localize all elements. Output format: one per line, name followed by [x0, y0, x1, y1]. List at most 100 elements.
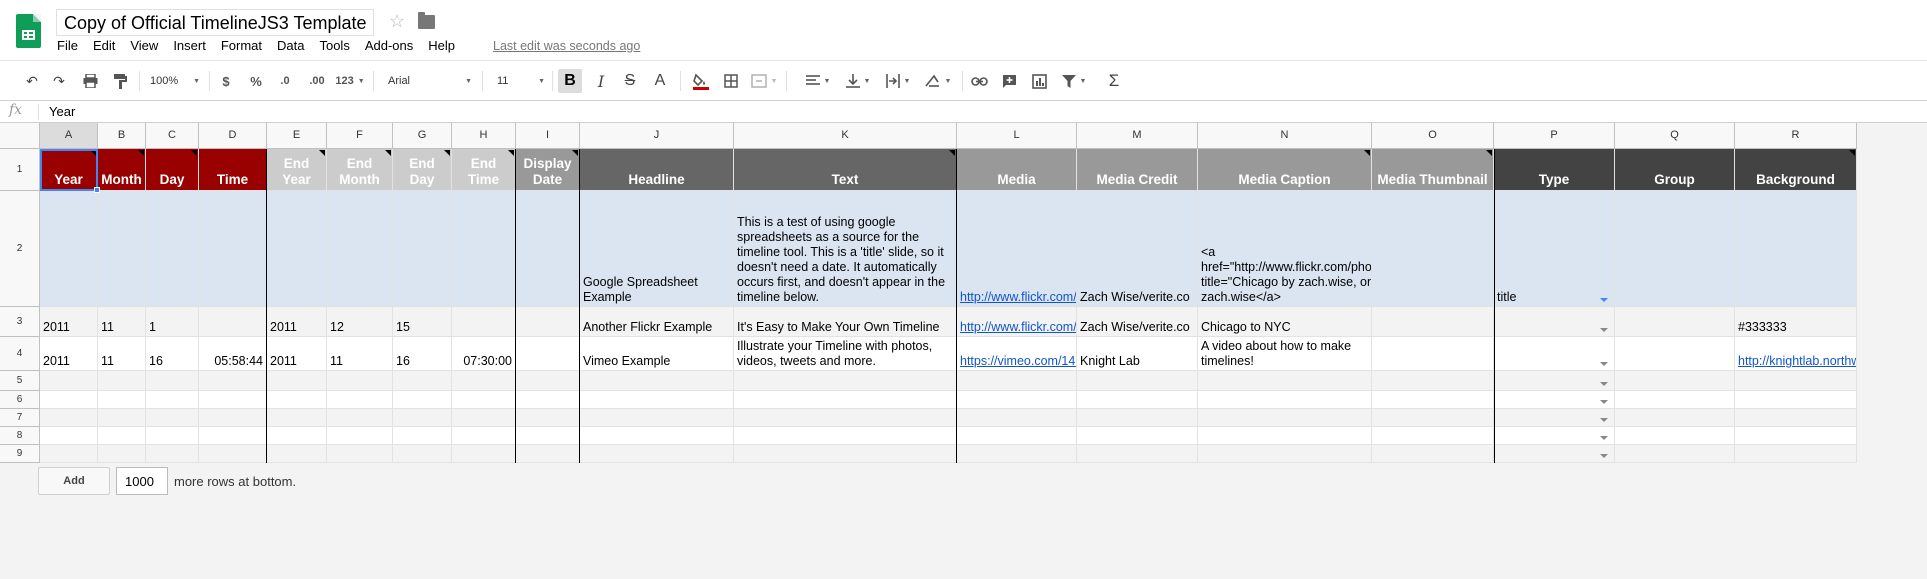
cell-l4[interactable]: https://vimeo.com/14370107 [957, 337, 1077, 371]
type-dropdown-arrow-icon[interactable] [1600, 298, 1608, 302]
cell-q6[interactable] [1615, 391, 1735, 409]
cell-a6[interactable] [40, 391, 98, 409]
cell-l8[interactable] [957, 427, 1077, 445]
column-header-p[interactable]: P [1494, 123, 1615, 149]
row-header-7[interactable]: 7 [0, 409, 40, 427]
cell-i5[interactable] [516, 371, 580, 391]
formula-input[interactable]: Year [49, 104, 75, 119]
borders-icon[interactable] [719, 69, 743, 93]
row-header-2[interactable]: 2 [0, 191, 40, 307]
cell-f9[interactable] [327, 445, 393, 463]
cell-o6[interactable] [1372, 391, 1494, 409]
decrease-decimals-button[interactable]: .0 [274, 69, 296, 93]
cell-p1[interactable]: Type [1494, 149, 1615, 191]
italic-icon[interactable]: I [589, 69, 613, 93]
cell-o7[interactable] [1372, 409, 1494, 427]
insert-comment-icon[interactable] [997, 69, 1021, 93]
cell-j4[interactable]: Vimeo Example [580, 337, 734, 371]
column-header-c[interactable]: C [146, 123, 199, 149]
cell-g1[interactable]: End Day [393, 149, 452, 191]
cell-k3[interactable]: It's Easy to Make Your Own Timeline [734, 307, 957, 337]
cell-i3[interactable] [516, 307, 580, 337]
cell-h6[interactable] [452, 391, 516, 409]
cell-p3[interactable] [1494, 307, 1615, 337]
cell-h7[interactable] [452, 409, 516, 427]
column-header-d[interactable]: D [199, 123, 267, 149]
cell-d2[interactable] [199, 191, 267, 307]
fill-handle[interactable] [94, 187, 100, 193]
insert-chart-icon[interactable] [1027, 69, 1051, 93]
cell-e9[interactable] [267, 445, 327, 463]
cell-a2[interactable] [40, 191, 98, 307]
cell-c1[interactable]: Day [146, 149, 199, 191]
text-wrapping-icon[interactable]: ▼ [881, 69, 915, 93]
cell-e2[interactable] [267, 191, 327, 307]
cell-m7[interactable] [1077, 409, 1198, 427]
cell-k5[interactable] [734, 371, 957, 391]
cell-c9[interactable] [146, 445, 199, 463]
cell-k7[interactable] [734, 409, 957, 427]
cell-o5[interactable] [1372, 371, 1494, 391]
cell-d6[interactable] [199, 391, 267, 409]
font-select[interactable]: Arial ▼ [388, 69, 472, 93]
cell-g4[interactable]: 16 [393, 337, 452, 371]
cell-l6[interactable] [957, 391, 1077, 409]
cell-r1[interactable]: Background [1735, 149, 1857, 191]
type-dropdown-arrow-icon[interactable] [1600, 436, 1608, 440]
cell-b6[interactable] [98, 391, 146, 409]
font-size-select[interactable]: 11 ▼ [497, 69, 545, 93]
type-dropdown-arrow-icon[interactable] [1600, 382, 1608, 386]
column-header-j[interactable]: J [580, 123, 734, 149]
cell-g2[interactable] [393, 191, 452, 307]
cell-k2[interactable]: This is a test of using google spreadshe… [734, 191, 957, 307]
cell-f5[interactable] [327, 371, 393, 391]
cell-i4[interactable] [516, 337, 580, 371]
type-dropdown-arrow-icon[interactable] [1600, 400, 1608, 404]
cell-k9[interactable] [734, 445, 957, 463]
cell-e6[interactable] [267, 391, 327, 409]
cell-i8[interactable] [516, 427, 580, 445]
cell-l9[interactable] [957, 445, 1077, 463]
cell-r2[interactable] [1735, 191, 1857, 307]
cell-d9[interactable] [199, 445, 267, 463]
row-header-3[interactable]: 3 [0, 307, 40, 337]
cell-c7[interactable] [146, 409, 199, 427]
cell-n5[interactable] [1198, 371, 1372, 391]
undo-icon[interactable]: ↶ [20, 69, 44, 93]
row-header-6[interactable]: 6 [0, 391, 40, 409]
cell-b5[interactable] [98, 371, 146, 391]
cell-k4[interactable]: Illustrate your Timeline with photos, vi… [734, 337, 957, 371]
cell-h9[interactable] [452, 445, 516, 463]
cell-n8[interactable] [1198, 427, 1372, 445]
column-header-e[interactable]: E [267, 123, 327, 149]
cell-k8[interactable] [734, 427, 957, 445]
text-rotation-icon[interactable]: ▼ [921, 69, 955, 93]
cell-l1[interactable]: Media [957, 149, 1077, 191]
insert-link-icon[interactable] [967, 69, 991, 93]
cell-d1[interactable]: Time [199, 149, 267, 191]
cell-d5[interactable] [199, 371, 267, 391]
cell-p2[interactable]: title [1494, 191, 1615, 307]
cell-o3[interactable] [1372, 307, 1494, 337]
cell-r9[interactable] [1735, 445, 1857, 463]
cell-m6[interactable] [1077, 391, 1198, 409]
cell-g5[interactable] [393, 371, 452, 391]
document-title[interactable]: Copy of Official TimelineJS3 Template [56, 9, 375, 36]
cell-h2[interactable] [452, 191, 516, 307]
cell-j7[interactable] [580, 409, 734, 427]
cell-n2[interactable]: <a href="http://www.flickr.com/photos/za… [1198, 191, 1372, 307]
cell-k6[interactable] [734, 391, 957, 409]
cell-q2[interactable] [1615, 191, 1735, 307]
cell-j8[interactable] [580, 427, 734, 445]
cell-c6[interactable] [146, 391, 199, 409]
star-icon[interactable]: ☆ [389, 11, 405, 32]
cell-q3[interactable] [1615, 307, 1735, 337]
cell-j5[interactable] [580, 371, 734, 391]
menu-insert[interactable]: Insert [173, 38, 206, 53]
column-header-l[interactable]: L [957, 123, 1077, 149]
column-header-b[interactable]: B [98, 123, 146, 149]
last-edit-link[interactable]: Last edit was seconds ago [493, 39, 640, 53]
cell-q9[interactable] [1615, 445, 1735, 463]
cell-a7[interactable] [40, 409, 98, 427]
folder-icon[interactable] [418, 12, 435, 29]
